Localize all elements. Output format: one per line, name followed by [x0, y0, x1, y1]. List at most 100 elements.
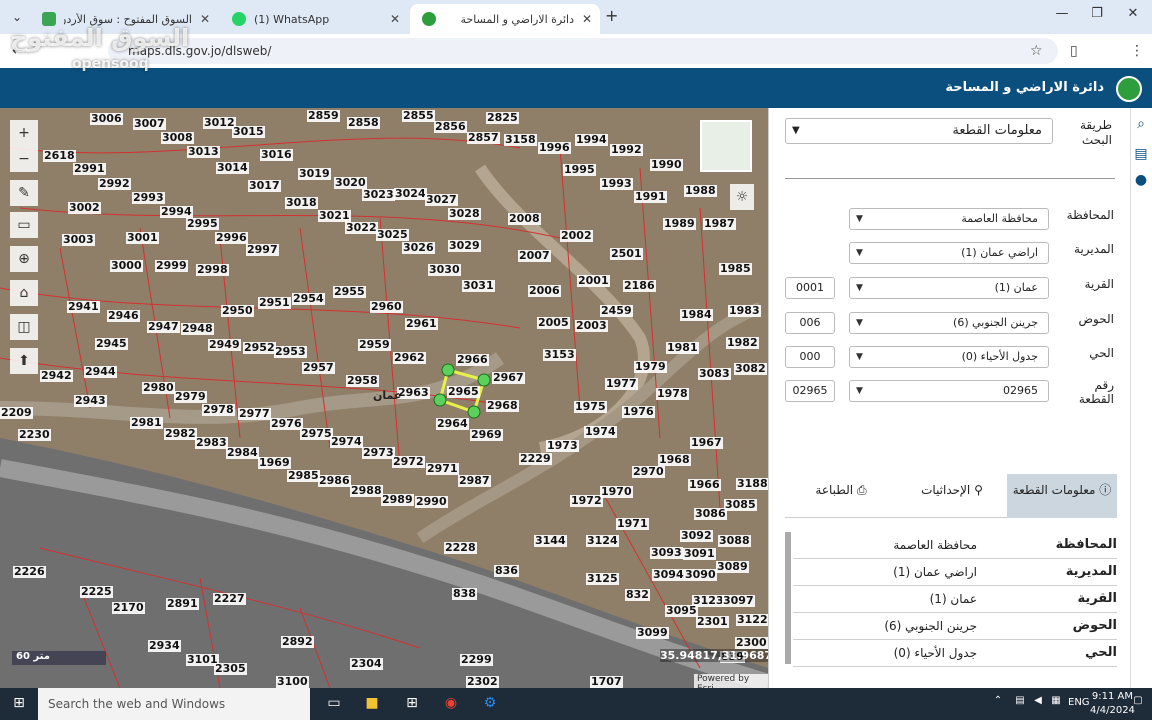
parcel-label: 3029	[448, 239, 481, 252]
parcel-label: 2979	[174, 390, 207, 403]
parcel-label: 2229	[519, 452, 552, 465]
parcel-label: 1978	[656, 387, 689, 400]
parcel-label: 2971	[426, 462, 459, 475]
tab-whatsapp[interactable]: (1) WhatsApp ✕	[220, 4, 408, 34]
search-method-select[interactable]: معلومات القطعة ▼	[785, 118, 1053, 144]
brightness-icon[interactable]: ☼	[730, 184, 754, 210]
restore-button[interactable]: ❐	[1082, 6, 1112, 21]
tab-dls[interactable]: دائرة الاراضي و المساحة ✕	[410, 4, 600, 34]
parcel-label: 2299	[460, 653, 493, 666]
field-code-input[interactable]: 0001	[785, 277, 835, 299]
file-explorer-icon[interactable]: ■	[362, 695, 382, 713]
field-code-input[interactable]: 006	[785, 312, 835, 334]
parcel-label: 2996	[215, 231, 248, 244]
close-icon[interactable]: ✕	[390, 12, 400, 26]
parcel-label: 2978	[202, 403, 235, 416]
compass-icon[interactable]: ⬆	[10, 348, 38, 374]
home-icon[interactable]: ⌂	[10, 280, 38, 306]
close-icon[interactable]: ✕	[582, 12, 592, 26]
parcel-label: 2301	[696, 615, 729, 628]
parcel-label: 1972	[570, 494, 603, 507]
parcel-label: 3097	[722, 594, 755, 607]
zoom-out-button[interactable]: −	[10, 146, 38, 172]
tab-pin[interactable]: ⚲ الإحداثيات	[897, 474, 1007, 518]
parcel-label: 1971	[616, 517, 649, 530]
field-label: المحافظة	[1066, 208, 1114, 222]
extent-icon[interactable]: ◫	[10, 314, 38, 340]
parcel-label: 2941	[67, 300, 100, 313]
parcel-label: 2002	[560, 229, 593, 242]
parcel-label: 2946	[107, 309, 140, 322]
dls-logo-icon	[1116, 76, 1142, 102]
parcel-label: 2955	[333, 285, 366, 298]
field-select[interactable]: جرينن الجنوبي (6) ▼	[849, 312, 1049, 334]
field-label: رقم القطعة	[1078, 378, 1114, 406]
parcel-label: 2969	[470, 428, 503, 441]
info-value: جدول الأحياء (0)	[893, 646, 977, 660]
field-select[interactable]: عمان (1) ▼	[849, 277, 1049, 299]
layers-icon[interactable]: ▤	[1132, 146, 1150, 164]
parcel-label: 1987	[703, 217, 736, 230]
store-icon[interactable]: ⊞	[402, 695, 422, 713]
new-tab-button[interactable]: +	[605, 6, 618, 25]
close-window-button[interactable]: ✕	[1118, 6, 1148, 21]
parcel-label: 2972	[392, 455, 425, 468]
settings-icon[interactable]: ⚙	[480, 695, 500, 713]
zoom-in-button[interactable]: +	[10, 120, 38, 146]
language-indicator[interactable]: ENG	[1068, 697, 1090, 708]
parcel-label: 3019	[298, 167, 331, 180]
field-select-value: اراضي عمان (1)	[961, 246, 1038, 259]
windows-start-icon[interactable]: ⊞	[9, 695, 29, 713]
parcel-label: 832	[625, 588, 650, 601]
taskbar-search[interactable]: Search the web and Windows	[38, 688, 310, 720]
parcel-label: 3030	[428, 263, 461, 276]
tray-chevron-icon[interactable]: ⌃	[988, 695, 1008, 713]
parcel-label: 2997	[246, 243, 279, 256]
parcel-label: 2859	[307, 109, 340, 122]
overview-map[interactable]	[700, 120, 752, 172]
menu-icon[interactable]: ⋮	[1130, 43, 1144, 59]
parcel-label: 2983	[195, 436, 228, 449]
field-select[interactable]: جدول الأحياء (0) ▼	[849, 346, 1049, 368]
divider	[785, 178, 1115, 179]
scrollbar[interactable]	[785, 532, 791, 664]
parcel-label: 1982	[726, 336, 759, 349]
volume-icon[interactable]: ◀	[1028, 695, 1048, 713]
field-select[interactable]: اراضي عمان (1) ▼	[849, 242, 1049, 264]
place-label: عمان	[373, 389, 402, 402]
network-icon[interactable]: ▤	[1010, 695, 1030, 713]
tab-info[interactable]: ⓘ معلومات القطعة	[1007, 474, 1117, 518]
field-code-input[interactable]: 000	[785, 346, 835, 368]
parcel-label: 1966	[688, 478, 721, 491]
url-field[interactable]: maps.dls.gov.jo/dlsweb/	[108, 38, 1058, 64]
sidepanel-icon[interactable]: ▯	[1070, 43, 1078, 59]
parcel-label: 1995	[563, 163, 596, 176]
tab-printer[interactable]: ⎙ الطباعة	[785, 474, 897, 518]
field-select[interactable]: 02965 ▼	[849, 380, 1049, 402]
task-view-icon[interactable]: ▭	[324, 695, 344, 713]
parcel-label: 2962	[393, 351, 426, 364]
tab-title: دائرة الاراضي و المساحة	[460, 12, 575, 26]
parcel-label: 3093	[650, 546, 683, 559]
search-icon[interactable]: ⌕	[1132, 116, 1150, 134]
notifications-icon[interactable]: ▢	[1128, 695, 1148, 713]
parcel-label: 2951	[258, 296, 291, 309]
parcel-label: 2949	[208, 338, 241, 351]
chrome-icon[interactable]: ◉	[441, 695, 461, 713]
draw-icon[interactable]: ✎	[10, 180, 38, 206]
keyboard-icon[interactable]: ▦	[1046, 695, 1066, 713]
location-icon[interactable]: ●	[1132, 172, 1150, 190]
watermark-logo: السوق المفتوح	[10, 24, 190, 52]
star-icon[interactable]: ☆	[1030, 43, 1043, 59]
minimize-button[interactable]: —	[1047, 6, 1077, 21]
parcel-label: 2942	[40, 369, 73, 382]
field-select[interactable]: محافظة العاصمة ▼	[849, 208, 1049, 230]
close-icon[interactable]: ✕	[200, 12, 210, 26]
map-view[interactable]: 3006 3007 3012 3015 2859 2858 2855 2856 2825 2857…	[0, 108, 768, 688]
taskbar: ⊞ Search the web and Windows ▭ ■ ⊞ ◉ ⚙ ⌃…	[0, 688, 1152, 720]
locate-icon[interactable]: ⊕	[10, 246, 38, 272]
parcel-label: 2989	[381, 493, 414, 506]
field-code-input[interactable]: 02965	[785, 380, 835, 402]
measure-icon[interactable]: ▭	[10, 212, 38, 238]
parcel-label: 3092	[680, 529, 713, 542]
